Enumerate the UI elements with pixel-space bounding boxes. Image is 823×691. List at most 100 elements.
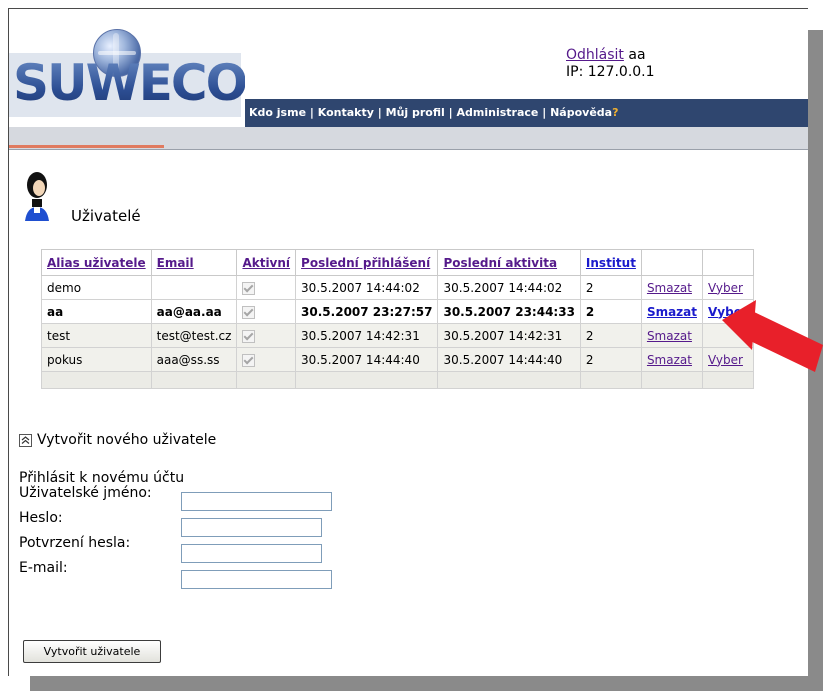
col-delete — [640, 249, 704, 276]
cell-active — [236, 275, 297, 300]
footer-cell — [437, 371, 581, 389]
cell-delete: Smazat — [640, 323, 704, 348]
page-shadow-bottom — [30, 675, 823, 691]
username: aa — [628, 47, 646, 63]
delete-link[interactable]: Smazat — [647, 329, 692, 343]
delete-link[interactable]: Smazat — [647, 305, 697, 319]
logo-area: SUWECO — [9, 9, 248, 127]
logo-text: SUWECO — [13, 54, 248, 112]
top-navigation: Kdo jsme | Kontakty | Můj profil | Admin… — [245, 99, 808, 127]
nav-separator: | — [448, 106, 453, 119]
logout-link[interactable]: Odhlásit — [566, 47, 624, 63]
footer-cell — [236, 371, 297, 389]
nav-separator: | — [377, 106, 382, 119]
active-tab-indicator — [9, 145, 164, 148]
footer-cell — [640, 371, 704, 389]
sort-last-login-link[interactable]: Poslední přihlášení — [301, 256, 430, 270]
cell-active — [236, 323, 297, 348]
create-user-toggle[interactable]: Vytvořit nového uživatele — [19, 432, 216, 448]
username-input[interactable] — [181, 492, 332, 511]
email-input[interactable] — [181, 570, 332, 589]
nav-administration[interactable]: Administrace — [457, 106, 539, 119]
col-active[interactable]: Aktivní — [236, 249, 297, 276]
footer-cell — [579, 371, 642, 389]
cell-last-activity: 30.5.2007 23:44:33 — [437, 299, 581, 324]
delete-link[interactable]: Smazat — [647, 353, 692, 367]
browser-page: SUWECO Odhlásit aa IP: 127.0.0.1 Kdo jsm… — [8, 8, 808, 676]
ip-address: IP: 127.0.0.1 — [566, 64, 655, 80]
cell-alias: demo — [41, 275, 152, 300]
cell-last-activity: 30.5.2007 14:44:02 — [437, 275, 581, 300]
cell-institut: 2 — [579, 299, 642, 324]
form-heading: Přihlásit k novému účtu — [19, 470, 185, 486]
cell-institut: 2 — [579, 275, 642, 300]
active-checkbox — [242, 305, 256, 319]
col-email[interactable]: Email — [150, 249, 238, 276]
cell-email: aaa@ss.ss — [150, 347, 238, 372]
cell-active — [236, 299, 297, 324]
header-top — [245, 9, 808, 97]
cell-alias: aa — [41, 299, 152, 324]
cell-institut: 2 — [579, 323, 642, 348]
cell-delete: Smazat — [640, 347, 704, 372]
cell-alias: pokus — [41, 347, 152, 372]
table-header-row: Alias uživatele Email Aktivní Poslední p… — [41, 249, 754, 276]
footer-cell — [295, 371, 439, 389]
footer-cell — [150, 371, 238, 389]
col-institut[interactable]: Institut — [579, 249, 642, 276]
cell-select: Vyber — [702, 275, 754, 300]
nav-separator: | — [309, 106, 314, 119]
nav-separator: | — [542, 106, 547, 119]
user-box: Odhlásit aa IP: 127.0.0.1 — [566, 47, 655, 81]
nav-contacts[interactable]: Kontakty — [318, 106, 374, 119]
red-arrow-annotation — [722, 300, 823, 372]
table-footer-row — [41, 371, 754, 389]
col-last-activity[interactable]: Poslední aktivita — [437, 249, 581, 276]
password-label: Heslo: — [19, 510, 63, 526]
password-confirm-label: Potvrzení hesla: — [19, 535, 131, 551]
table-row: demo 30.5.2007 14:44:02 30.5.2007 14:44:… — [41, 275, 754, 300]
nav-help-label: Nápověda — [550, 106, 613, 119]
cell-last-login: 30.5.2007 14:44:40 — [295, 347, 439, 372]
sort-last-activity-link[interactable]: Poslední aktivita — [443, 256, 557, 270]
cell-email — [150, 275, 238, 300]
table-row: pokus aaa@ss.ss 30.5.2007 14:44:40 30.5.… — [41, 347, 754, 372]
nav-about[interactable]: Kdo jsme — [249, 106, 306, 119]
cell-active — [236, 347, 297, 372]
email-label: E-mail: — [19, 560, 68, 576]
table-row: aa aa@aa.aa 30.5.2007 23:27:57 30.5.2007… — [41, 299, 754, 324]
sort-active-link[interactable]: Aktivní — [242, 256, 290, 270]
nav-my-profile[interactable]: Můj profil — [386, 106, 445, 119]
cell-last-login: 30.5.2007 14:44:02 — [295, 275, 439, 300]
table-row: test test@test.cz 30.5.2007 14:42:31 30.… — [41, 323, 754, 348]
password-confirm-input[interactable] — [181, 544, 322, 563]
cell-institut: 2 — [579, 347, 642, 372]
sort-institut-link[interactable]: Institut — [586, 256, 636, 270]
collapse-icon — [19, 433, 32, 447]
nav-help[interactable]: Nápověda? — [550, 106, 618, 119]
cell-last-login: 30.5.2007 23:27:57 — [295, 299, 439, 324]
sort-email-link[interactable]: Email — [157, 256, 194, 270]
cell-last-login: 30.5.2007 14:42:31 — [295, 323, 439, 348]
cell-alias: test — [41, 323, 152, 348]
delete-link[interactable]: Smazat — [647, 281, 692, 295]
cell-delete: Smazat — [640, 275, 704, 300]
col-last-login[interactable]: Poslední přihlášení — [295, 249, 439, 276]
user-icon — [25, 172, 49, 221]
cell-email: aa@aa.aa — [150, 299, 238, 324]
sort-alias-link[interactable]: Alias uživatele — [47, 256, 146, 270]
cell-delete: Smazat — [640, 299, 704, 324]
active-checkbox — [242, 329, 256, 343]
active-checkbox — [242, 353, 256, 367]
create-user-button[interactable]: Vytvořit uživatele — [23, 640, 161, 663]
col-select — [702, 249, 754, 276]
username-label: Uživatelské jméno: — [19, 485, 152, 501]
active-checkbox — [242, 281, 256, 295]
password-input[interactable] — [181, 518, 322, 537]
col-alias[interactable]: Alias uživatele — [41, 249, 152, 276]
cell-last-activity: 30.5.2007 14:44:40 — [437, 347, 581, 372]
select-link[interactable]: Vyber — [708, 281, 743, 295]
cell-last-activity: 30.5.2007 14:42:31 — [437, 323, 581, 348]
footer-cell — [41, 371, 152, 389]
cell-email: test@test.cz — [150, 323, 238, 348]
